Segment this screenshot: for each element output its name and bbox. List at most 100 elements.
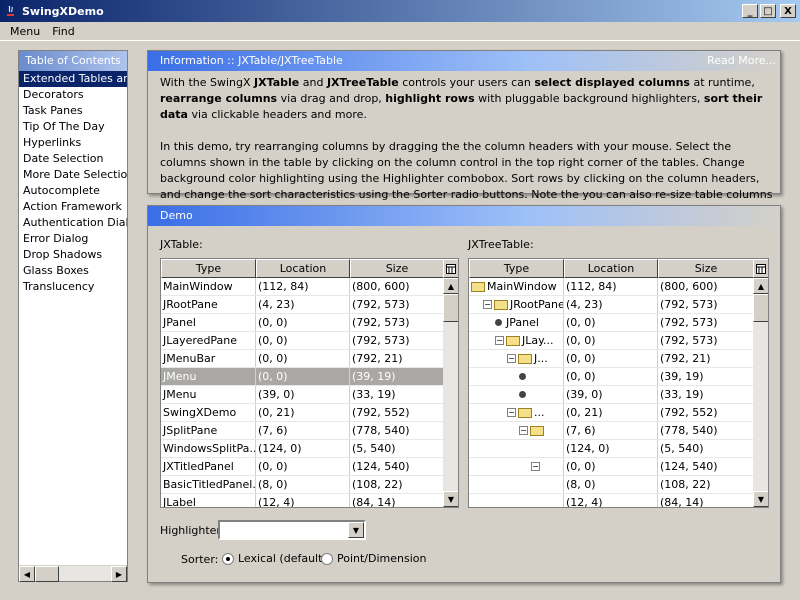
- scroll-down-icon[interactable]: ▼: [443, 491, 458, 507]
- leaf-node-icon: [519, 373, 526, 380]
- toc-item[interactable]: Date Selection: [19, 151, 127, 167]
- table-row[interactable]: WindowsSplitPa... (124, 0) (5, 540): [161, 440, 458, 458]
- information-panel: Information :: JXTable/JXTreeTable Read …: [147, 50, 781, 217]
- radio-icon[interactable]: [321, 553, 333, 565]
- table-row[interactable]: JMenu (39, 0) (33, 19): [161, 386, 458, 404]
- column-control-icon[interactable]: [443, 259, 458, 278]
- tree-node-label: ...: [534, 406, 545, 419]
- tree-row[interactable]: (8, 0) (108, 22): [469, 476, 768, 494]
- table-cell: JLabel: [161, 494, 256, 507]
- maximize-button[interactable]: □: [760, 4, 776, 18]
- menu-find[interactable]: Find: [46, 25, 81, 38]
- sorter-option-point[interactable]: Point/Dimension: [321, 552, 427, 565]
- tree-row[interactable]: − (0, 0) (124, 540): [469, 458, 768, 476]
- scroll-up-icon[interactable]: ▲: [443, 278, 458, 294]
- table-cell: (792, 552): [350, 404, 444, 421]
- read-more-link[interactable]: Read More...: [707, 51, 780, 71]
- toc-horizontal-scrollbar[interactable]: ◀ ▶: [19, 565, 127, 582]
- scroll-down-icon[interactable]: ▼: [753, 491, 768, 507]
- table-row[interactable]: MainWindow (112, 84) (800, 600): [161, 278, 458, 296]
- table-row[interactable]: JPanel (0, 0) (792, 573): [161, 314, 458, 332]
- folder-icon: [518, 407, 532, 418]
- tree-expand-icon[interactable]: −: [507, 354, 516, 363]
- toc-item[interactable]: Action Framework: [19, 199, 127, 215]
- tree-node-label: J...: [534, 352, 548, 365]
- tree-row[interactable]: JPanel (0, 0) (792, 573): [469, 314, 768, 332]
- sorter-option-lexical[interactable]: Lexical (default): [222, 552, 327, 565]
- scroll-right-icon[interactable]: ▶: [111, 566, 127, 582]
- menu-menu[interactable]: Menu: [4, 25, 46, 38]
- tree-loc-cell: (0, 0): [564, 368, 658, 385]
- jxtable[interactable]: Type Location Size MainWindow (112, 84) (8…: [160, 258, 459, 508]
- toc-item[interactable]: More Date Selection: [19, 167, 127, 183]
- tree-node-label: JRootPane: [510, 298, 564, 311]
- scroll-thumb[interactable]: [443, 294, 458, 322]
- table-row[interactable]: JLabel (12, 4) (84, 14): [161, 494, 458, 507]
- tree-expand-icon[interactable]: −: [531, 462, 540, 471]
- column-header-size[interactable]: Size: [350, 259, 444, 278]
- toc-item[interactable]: Hyperlinks: [19, 135, 127, 151]
- jxtreetable[interactable]: Type Location Size MainWindow (112, 84) (8…: [468, 258, 769, 508]
- column-header-location[interactable]: Location: [564, 259, 658, 278]
- toc-item[interactable]: Error Dialog: [19, 231, 127, 247]
- tree-row[interactable]: − J... (0, 0) (792, 21): [469, 350, 768, 368]
- toc-item[interactable]: Extended Tables and: [19, 71, 127, 87]
- tree-node-label: JLay...: [522, 334, 554, 347]
- table-cell: (33, 19): [350, 386, 444, 403]
- tree-row[interactable]: (12, 4) (84, 14): [469, 494, 768, 507]
- tree-row[interactable]: (124, 0) (5, 540): [469, 440, 768, 458]
- column-header-location[interactable]: Location: [256, 259, 350, 278]
- tree-type-cell: −...: [469, 404, 564, 421]
- tree-expand-icon[interactable]: −: [483, 300, 492, 309]
- toc-item[interactable]: Tip Of The Day: [19, 119, 127, 135]
- tree-loc-cell: (39, 0): [564, 386, 658, 403]
- tree-row[interactable]: − JRootPane (4, 23) (792, 573): [469, 296, 768, 314]
- tree-expand-icon[interactable]: −: [519, 426, 528, 435]
- scroll-thumb[interactable]: [753, 294, 768, 322]
- column-header-size[interactable]: Size: [658, 259, 754, 278]
- scroll-thumb[interactable]: [35, 566, 59, 582]
- tree-row[interactable]: −... (0, 21) (792, 552): [469, 404, 768, 422]
- tree-row[interactable]: MainWindow (112, 84) (800, 600): [469, 278, 768, 296]
- tree-row[interactable]: (0, 0) (39, 19): [469, 368, 768, 386]
- jxtreetable-scrollbar[interactable]: ▲ ▼: [753, 278, 768, 507]
- tree-row[interactable]: (39, 0) (33, 19): [469, 386, 768, 404]
- table-row[interactable]: JLayeredPane (0, 0) (792, 573): [161, 332, 458, 350]
- tree-size-cell: (5, 540): [658, 440, 754, 457]
- tree-row[interactable]: − JLay... (0, 0) (792, 573): [469, 332, 768, 350]
- tree-row[interactable]: − (7, 6) (778, 540): [469, 422, 768, 440]
- toc-item[interactable]: Translucency: [19, 279, 127, 295]
- close-button[interactable]: X: [780, 4, 796, 18]
- highlighter-combobox[interactable]: ▼: [218, 520, 366, 540]
- tree-loc-cell: (4, 23): [564, 296, 658, 313]
- toc-list: Extended Tables and Decorators Task Panes T…: [19, 71, 127, 295]
- toc-item[interactable]: Task Panes: [19, 103, 127, 119]
- toc-item[interactable]: Decorators: [19, 87, 127, 103]
- toc-item[interactable]: Autocomplete: [19, 183, 127, 199]
- table-row[interactable]: JXTitledPanel (0, 0) (124, 540): [161, 458, 458, 476]
- radio-selected-icon[interactable]: [222, 553, 234, 565]
- toc-item[interactable]: Authentication Dialogs: [19, 215, 127, 231]
- table-row[interactable]: BasicTitledPanel... (8, 0) (108, 22): [161, 476, 458, 494]
- table-row[interactable]: JMenuBar (0, 0) (792, 21): [161, 350, 458, 368]
- table-row[interactable]: JSplitPane (7, 6) (778, 540): [161, 422, 458, 440]
- info-header: Information :: JXTable/JXTreeTable Read …: [148, 51, 780, 71]
- tree-loc-cell: (124, 0): [564, 440, 658, 457]
- chevron-down-icon[interactable]: ▼: [348, 522, 364, 538]
- toc-item[interactable]: Glass Boxes: [19, 263, 127, 279]
- column-control-icon[interactable]: [753, 259, 768, 278]
- column-header-type[interactable]: Type: [469, 259, 564, 278]
- table-row[interactable]: JMenu (0, 0) (39, 19): [161, 368, 458, 386]
- toc-item[interactable]: Drop Shadows: [19, 247, 127, 263]
- table-row[interactable]: SwingXDemo (0, 21) (792, 552): [161, 404, 458, 422]
- jxtable-scrollbar[interactable]: ▲ ▼: [443, 278, 458, 507]
- table-row[interactable]: JRootPane (4, 23) (792, 573): [161, 296, 458, 314]
- scroll-up-icon[interactable]: ▲: [753, 278, 768, 294]
- tree-expand-icon[interactable]: −: [507, 408, 516, 417]
- tree-expand-icon[interactable]: −: [495, 336, 504, 345]
- minimize-button[interactable]: _: [742, 4, 758, 18]
- jxtable-label: JXTable:: [160, 238, 203, 251]
- column-header-type[interactable]: Type: [161, 259, 256, 278]
- folder-icon: [506, 335, 520, 346]
- scroll-left-icon[interactable]: ◀: [19, 566, 35, 582]
